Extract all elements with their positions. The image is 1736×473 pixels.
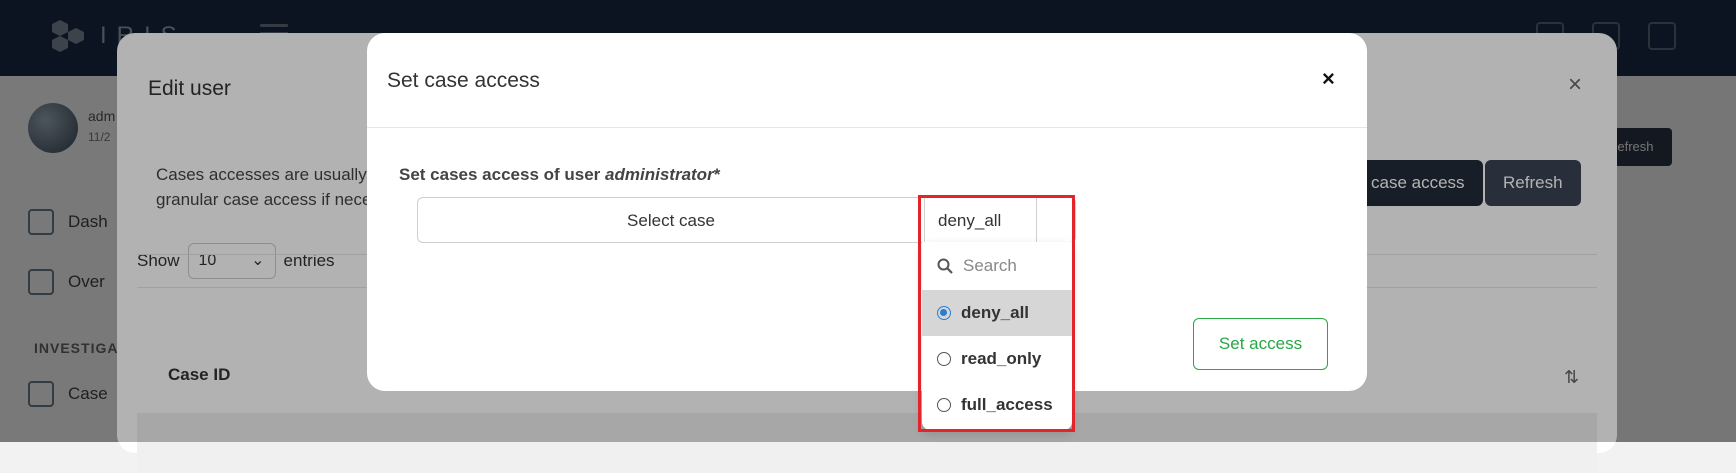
close-icon[interactable]: × — [1322, 66, 1335, 92]
modal-title: Set case access — [387, 69, 540, 92]
highlight-box — [918, 195, 1075, 432]
required-marker: * — [713, 165, 721, 184]
select-case-dropdown[interactable]: Select case — [417, 197, 925, 243]
set-case-access-modal: Set case access × Set cases access of us… — [367, 33, 1367, 391]
case-access-label: Set cases access of user administrator* — [399, 165, 720, 185]
set-access-button[interactable]: Set access — [1193, 318, 1328, 370]
divider — [367, 127, 1367, 128]
label-prefix: Set cases access of user — [399, 165, 601, 184]
label-user: administrator — [605, 165, 714, 184]
